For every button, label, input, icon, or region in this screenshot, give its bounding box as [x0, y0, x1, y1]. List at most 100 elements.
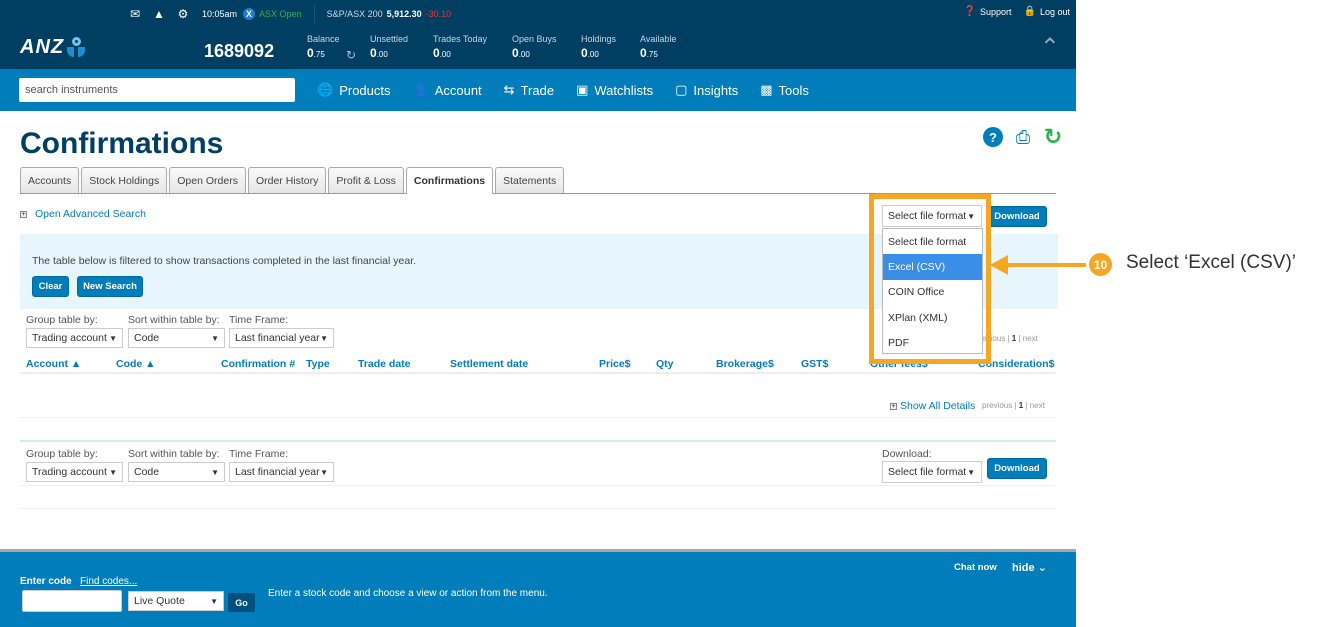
nav-account[interactable]: 👤 Account — [413, 82, 482, 98]
stat-label: Unsettled — [370, 34, 409, 44]
nav-trade[interactable]: ⇆ Trade — [504, 82, 554, 98]
alert-icon[interactable]: ▲ — [152, 7, 166, 21]
tab-statements[interactable]: Statements — [495, 167, 565, 193]
index-change: -30.10 — [425, 9, 452, 19]
tab-order-history[interactable]: Order History — [247, 167, 327, 193]
nav-watchlists[interactable]: ▣ Watchlists — [576, 82, 653, 98]
lock-icon: 🔒 — [1023, 6, 1036, 17]
download-button-bottom[interactable]: Download — [987, 458, 1047, 479]
annotation-step-badge: 10 — [1089, 253, 1112, 276]
nav-tools[interactable]: ▩ Tools — [760, 82, 809, 98]
download-button[interactable]: Download — [987, 206, 1047, 227]
group-select-bottom[interactable]: Trading account ▼ — [26, 462, 123, 482]
nav-label: Account — [434, 82, 482, 98]
timeframe-select-bottom[interactable]: Last financial year ▼ — [229, 462, 334, 482]
find-codes-link[interactable]: Find codes... — [80, 576, 137, 587]
col-brokerage[interactable]: Brokerage$ — [716, 358, 774, 370]
refresh-balance-icon[interactable]: ↻ — [346, 48, 356, 62]
annotation-arrow-line — [1006, 263, 1086, 267]
clear-button[interactable]: Clear — [32, 276, 69, 297]
open-advanced-search-link[interactable]: + Open Advanced Search — [20, 208, 146, 220]
nav-products[interactable]: 🌐 Products — [317, 82, 391, 98]
quick-quote-bar: Enter code Find codes... Live Quote ▼ Go … — [0, 549, 1076, 627]
tab-confirmations[interactable]: Confirmations — [405, 167, 494, 194]
logout-link[interactable]: 🔒 Log out — [1024, 6, 1070, 17]
sort-select[interactable]: Code ▼ — [128, 328, 225, 348]
file-format-select-bottom[interactable]: Select file format ▼ — [882, 461, 982, 483]
stat-value: 0.00 — [433, 46, 451, 60]
caret-down-icon: ▼ — [211, 333, 219, 343]
divider — [20, 417, 1056, 418]
stat-label: Holdings — [581, 34, 617, 44]
help-icon[interactable]: ? — [983, 127, 1003, 147]
select-value: Code — [134, 466, 160, 478]
tab-open-orders[interactable]: Open Orders — [169, 167, 246, 193]
index-value: 5,912.30 — [386, 9, 422, 19]
divider — [20, 508, 1056, 509]
caret-down-icon: ▼ — [109, 467, 117, 477]
col-gst[interactable]: GST$ — [801, 358, 828, 370]
question-circle-icon: ❓ — [963, 6, 976, 17]
nav-label: Tools — [778, 82, 809, 98]
chevron-down-icon: ⌄ — [1037, 562, 1047, 574]
search-input[interactable] — [19, 78, 295, 102]
pager-current: 1 — [1011, 334, 1017, 343]
sort-select-bottom[interactable]: Code ▼ — [128, 462, 225, 482]
col-account[interactable]: Account ▲ — [26, 358, 81, 370]
print-icon[interactable]: ⎙ — [1013, 127, 1033, 147]
group-label: Group table by: — [26, 314, 98, 326]
annotation-highlight-box — [869, 194, 991, 364]
tab-profit-loss[interactable]: Profit & Loss — [328, 167, 404, 193]
mail-icon[interactable]: ✉ — [128, 7, 142, 21]
clock-time: 10:05am — [202, 9, 238, 19]
top-bar: ✉ ▲ ⚙ 10:05am X ASX Open S&P/ASX 200 5,9… — [0, 0, 1076, 69]
show-all-label: Show All Details — [900, 400, 976, 412]
stock-code-input[interactable] — [22, 590, 122, 612]
hide-label: hide — [1012, 562, 1035, 574]
support-link[interactable]: ❓ Support — [964, 6, 1012, 17]
status-row: ✉ ▲ ⚙ 10:05am X ASX Open S&P/ASX 200 5,9… — [128, 4, 451, 24]
stat-label: Balance — [307, 34, 340, 44]
nav-label: Trade — [520, 82, 555, 98]
main-nav: 🌐 Products 👤 Account ⇆ Trade ▣ Watchlists ▢ I… — [0, 69, 1076, 111]
pager-bottom: previous | 1 | next — [982, 401, 1045, 410]
retweet-icon: ⇆ — [503, 82, 515, 97]
stat-trades-today: Trades Today 0.00 — [433, 34, 487, 60]
index-name: S&P/ASX 200 — [326, 9, 383, 19]
new-search-button[interactable]: New Search — [77, 276, 143, 297]
col-price[interactable]: Price$ — [599, 358, 631, 370]
nav-insights[interactable]: ▢ Insights — [675, 82, 738, 98]
hide-toggle[interactable]: hide ⌄ — [1012, 561, 1047, 574]
download-caption: Download: — [882, 448, 932, 460]
tab-bar: Accounts Stock Holdings Open Orders Orde… — [20, 167, 1056, 194]
anz-logo[interactable]: ANZ — [20, 36, 86, 59]
go-button[interactable]: Go — [228, 593, 255, 612]
view-select[interactable]: Live Quote ▼ — [128, 591, 224, 611]
show-all-details-link[interactable]: + Show All Details — [890, 400, 975, 412]
monitor-icon: ▢ — [675, 82, 688, 97]
col-trade-date[interactable]: Trade date — [358, 358, 411, 370]
chat-now-link[interactable]: Chat now — [954, 562, 997, 573]
double-chevron-up-icon[interactable]: ⌃ — [1040, 36, 1060, 60]
caret-down-icon: ▼ — [320, 467, 328, 477]
stat-open-buys: Open Buys 0.00 — [512, 34, 557, 60]
tab-accounts[interactable]: Accounts — [20, 167, 80, 193]
pager-next[interactable]: next — [1023, 334, 1038, 343]
col-code[interactable]: Code ▲ — [116, 358, 156, 370]
col-confirmation[interactable]: Confirmation # — [221, 358, 295, 370]
expand-icon: + — [20, 210, 27, 218]
col-settlement-date[interactable]: Settlement date — [450, 358, 528, 370]
settings-icon[interactable]: ⚙ — [176, 7, 190, 21]
tab-stock-holdings[interactable]: Stock Holdings — [81, 167, 168, 193]
stat-label: Open Buys — [512, 34, 557, 44]
select-value: Live Quote — [134, 595, 185, 607]
stat-value: 0.00 — [512, 46, 530, 60]
timeframe-select[interactable]: Last financial year ▼ — [229, 328, 334, 348]
group-select[interactable]: Trading account ▼ — [26, 328, 123, 348]
bar-chart-icon: ▩ — [760, 82, 773, 97]
col-qty[interactable]: Qty — [656, 358, 674, 370]
col-type[interactable]: Type — [306, 358, 330, 370]
pager-next[interactable]: next — [1030, 401, 1045, 410]
refresh-icon[interactable]: ↻ — [1043, 124, 1063, 149]
pager-previous[interactable]: previous — [982, 401, 1012, 410]
